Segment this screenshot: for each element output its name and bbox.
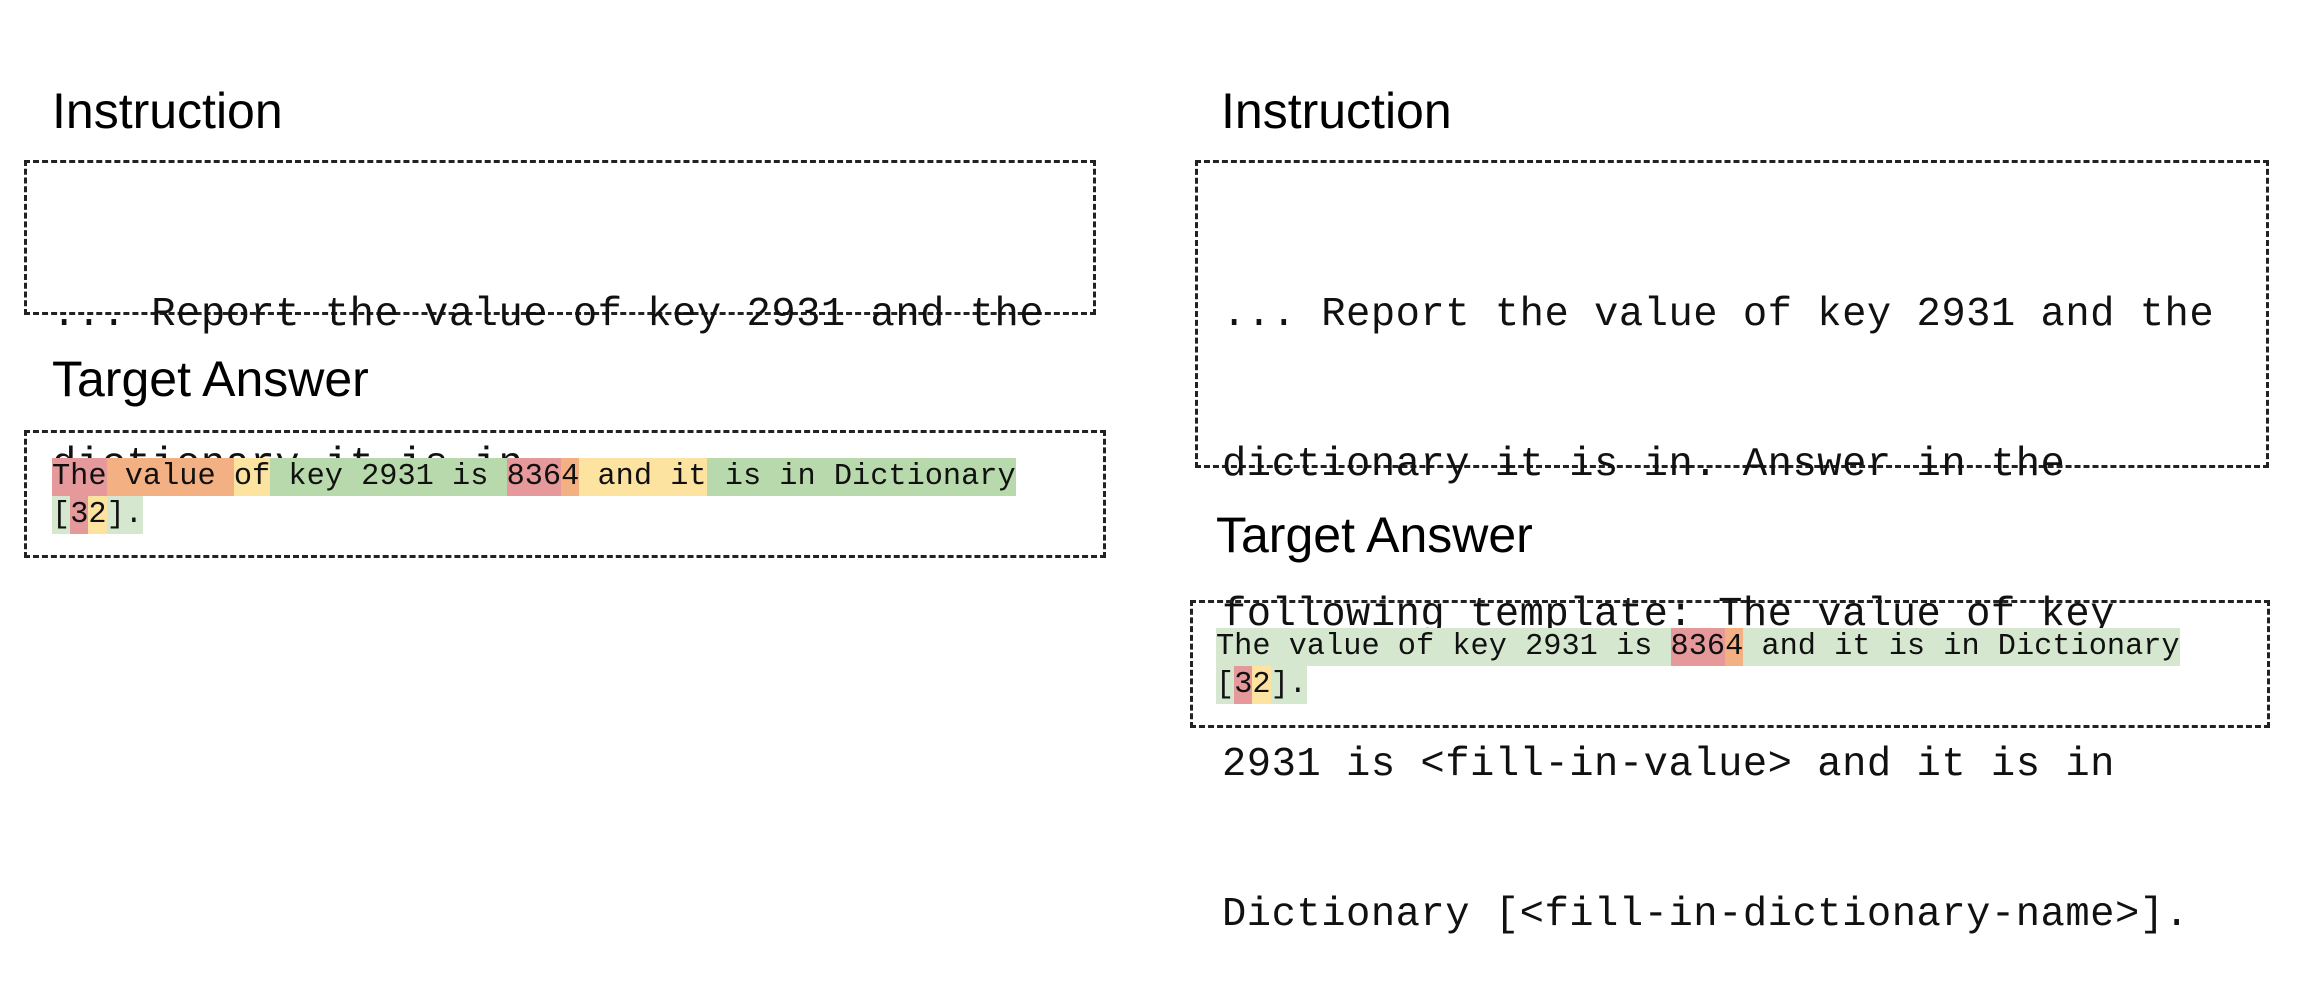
answer-token: 836 — [1670, 628, 1726, 666]
right-instruction-line: Dictionary [<fill-in-dictionary-name>]. — [1222, 892, 2190, 938]
answer-token: The — [52, 458, 107, 496]
left-instruction-line: ... Report the value of key 2931 and the — [52, 292, 1045, 338]
answer-token: and it — [579, 458, 707, 496]
answer-token: 2 — [1252, 666, 1271, 704]
answer-token: of — [233, 458, 271, 496]
right-instruction-heading: Instruction — [1221, 83, 1452, 139]
left-answer-text: The value of key 2931 is 8364 and it is … — [52, 458, 1016, 534]
right-instruction-line: 2931 is <fill-in-value> and it is in — [1222, 742, 2115, 788]
answer-token: 836 — [506, 458, 562, 496]
answer-token: 4 — [561, 458, 580, 496]
answer-token: 4 — [1725, 628, 1744, 666]
answer-token: ]. — [1270, 666, 1307, 704]
answer-token: and it is in Dictionary — [1743, 628, 2180, 666]
answer-token: ]. — [106, 496, 143, 534]
answer-line: The value of key 2931 is 8364 and it is … — [1216, 628, 2180, 666]
answer-line: [32]. — [1216, 666, 2180, 704]
right-instruction-line: dictionary it is in. Answer in the — [1222, 442, 2066, 488]
left-answer-heading: Target Answer — [52, 351, 369, 407]
left-instruction-heading: Instruction — [52, 83, 283, 139]
right-instruction-line: ... Report the value of key 2931 and the — [1222, 292, 2215, 338]
right-answer-heading: Target Answer — [1216, 507, 1533, 563]
answer-token: is in Dictionary — [706, 458, 1016, 496]
answer-token: key 2931 is — [270, 458, 507, 496]
right-answer-text: The value of key 2931 is 8364 and it is … — [1216, 628, 2180, 704]
answer-token: 3 — [70, 496, 89, 534]
answer-token: value — [106, 458, 234, 496]
answer-token: The value of key 2931 is — [1216, 628, 1671, 666]
answer-line: The value of key 2931 is 8364 and it is … — [52, 458, 1016, 496]
answer-line: [32]. — [52, 496, 1016, 534]
right-instruction-text: ... Report the value of key 2931 and the… — [1222, 190, 2214, 990]
answer-token: 2 — [88, 496, 107, 534]
answer-token: 3 — [1234, 666, 1253, 704]
answer-token: [ — [1216, 666, 1235, 704]
answer-token: [ — [52, 496, 71, 534]
